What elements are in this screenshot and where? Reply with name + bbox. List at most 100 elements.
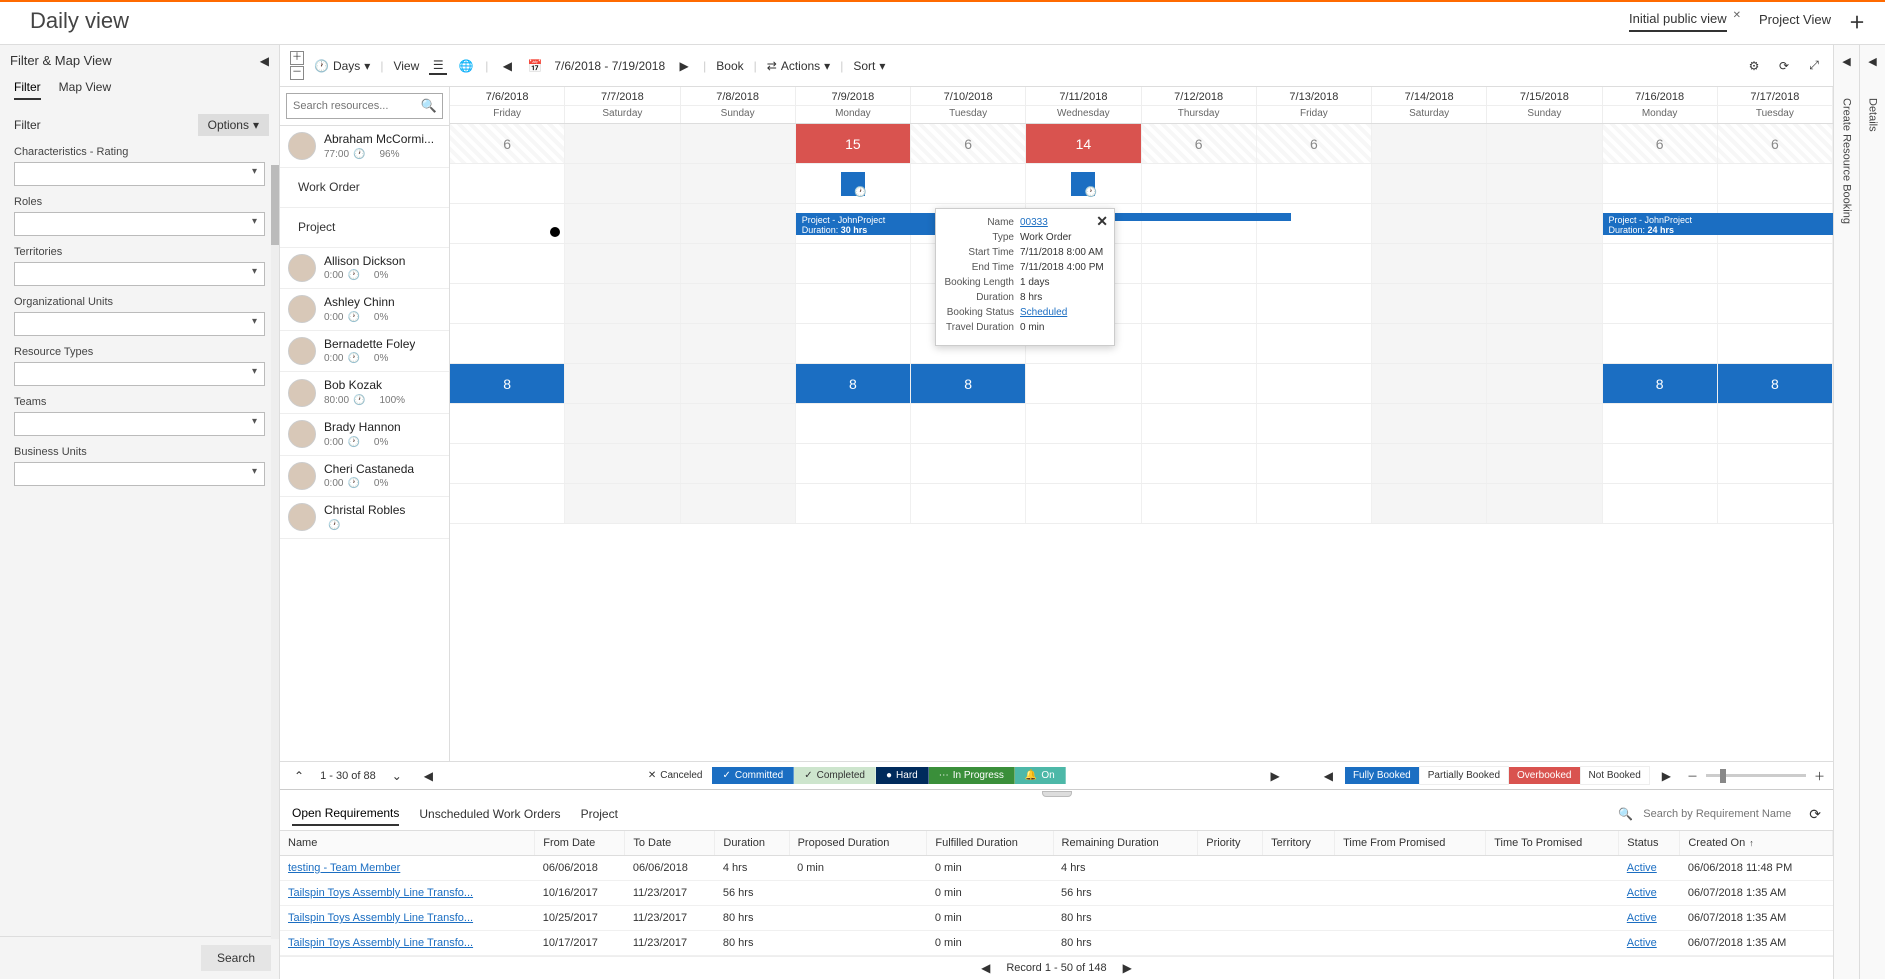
- timeline-cell[interactable]: [1718, 244, 1833, 283]
- filter-select[interactable]: [14, 162, 265, 186]
- create-panel-expand-icon[interactable]: ◀: [1842, 55, 1850, 68]
- fullscreen-icon[interactable]: ⤢: [1805, 57, 1823, 75]
- filter-select[interactable]: [14, 462, 265, 486]
- req-status-link[interactable]: Active: [1627, 862, 1657, 874]
- timeline-cell[interactable]: [1142, 364, 1257, 403]
- filter-select[interactable]: [14, 312, 265, 336]
- timeline-cell[interactable]: [565, 164, 680, 203]
- prev-range-icon[interactable]: ◀: [498, 57, 516, 75]
- timeline-cell[interactable]: [1257, 484, 1372, 523]
- req-header[interactable]: Remaining Duration: [1053, 831, 1198, 856]
- req-header[interactable]: To Date: [625, 831, 715, 856]
- resource-row[interactable]: Brady Hannon0:00 🕐 0%: [280, 414, 449, 456]
- timeline-cell[interactable]: [565, 444, 680, 483]
- timeline-cell[interactable]: [450, 324, 565, 363]
- timeline-cell[interactable]: [1257, 324, 1372, 363]
- timeline-cell[interactable]: [1487, 364, 1602, 403]
- req-row[interactable]: testing - Team Member06/06/201806/06/201…: [280, 856, 1833, 881]
- timeline-cell[interactable]: [1718, 444, 1833, 483]
- timeline-cell[interactable]: [1026, 364, 1141, 403]
- view-project[interactable]: Project View: [1759, 12, 1831, 31]
- timeline-cell[interactable]: [1142, 324, 1257, 363]
- timeline-cell[interactable]: [1142, 244, 1257, 283]
- timeline-cell[interactable]: [450, 484, 565, 523]
- timeline-cell[interactable]: [681, 364, 796, 403]
- options-button[interactable]: Options ▾: [198, 114, 269, 136]
- resource-row[interactable]: Allison Dickson0:00 🕐 0%: [280, 248, 449, 290]
- timeline-cell[interactable]: [1372, 484, 1487, 523]
- timeline-cell[interactable]: [1257, 244, 1372, 283]
- refresh-icon[interactable]: ⟳: [1775, 57, 1793, 75]
- panel-resize-handle[interactable]: [280, 790, 1833, 798]
- timeline-cell[interactable]: [1603, 484, 1718, 523]
- req-name-link[interactable]: Tailspin Toys Assembly Line Transfo...: [288, 937, 473, 949]
- timeline-cell[interactable]: [1026, 164, 1141, 203]
- timeline-cell[interactable]: [1257, 364, 1372, 403]
- timeline-cell[interactable]: [1603, 164, 1718, 203]
- timeline-cell[interactable]: [1026, 404, 1141, 443]
- timeline-cell[interactable]: [565, 124, 680, 163]
- resource-row[interactable]: Cheri Castaneda0:00 🕐 0%: [280, 456, 449, 498]
- timeline-cell[interactable]: [1718, 404, 1833, 443]
- tab-unscheduled[interactable]: Unscheduled Work Orders: [419, 803, 560, 825]
- zoom-slider[interactable]: [1706, 774, 1806, 777]
- tooltip-close-icon[interactable]: ✕: [1096, 213, 1108, 230]
- search-button[interactable]: Search: [201, 945, 271, 971]
- timeline-cell[interactable]: [565, 404, 680, 443]
- req-header[interactable]: Status: [1619, 831, 1680, 856]
- timeline-cell[interactable]: [1372, 364, 1487, 403]
- timeline-cell[interactable]: [796, 244, 911, 283]
- search-icon[interactable]: 🔍: [421, 98, 437, 114]
- req-status-link[interactable]: Active: [1627, 937, 1657, 949]
- timeline-cell[interactable]: [1257, 204, 1372, 243]
- timeline-cell[interactable]: [911, 164, 1026, 203]
- timeline-cell[interactable]: 6: [1718, 124, 1833, 163]
- add-view-icon[interactable]: ＋: [1849, 9, 1865, 33]
- timeline-cell[interactable]: [681, 124, 796, 163]
- expand-all-icon[interactable]: ＋: [290, 51, 304, 65]
- timeline-cell[interactable]: [796, 444, 911, 483]
- tooltip-link[interactable]: Scheduled: [1020, 307, 1067, 318]
- search-resources-input[interactable]: [286, 93, 443, 119]
- timeline-cell[interactable]: [681, 484, 796, 523]
- resource-row[interactable]: Abraham McCormi...77:00 🕐 96%: [280, 126, 449, 168]
- req-row[interactable]: Tailspin Toys Assembly Line Transfo...10…: [280, 881, 1833, 906]
- req-header[interactable]: Duration: [715, 831, 789, 856]
- timeline-cell[interactable]: 8: [796, 364, 911, 403]
- booking-block[interactable]: [1071, 172, 1095, 196]
- actions-button[interactable]: ⇄ Actions ▾: [767, 59, 830, 73]
- filter-select[interactable]: [14, 412, 265, 436]
- globe-view-icon[interactable]: 🌐: [457, 57, 475, 75]
- timeline-cell[interactable]: [1603, 404, 1718, 443]
- req-next-icon[interactable]: ▶: [1117, 961, 1138, 975]
- details-panel[interactable]: Details: [1867, 98, 1879, 132]
- req-header[interactable]: Priority: [1198, 831, 1263, 856]
- timeline-cell[interactable]: [681, 404, 796, 443]
- timeline-cell[interactable]: [1372, 324, 1487, 363]
- timeline-cell[interactable]: [1372, 404, 1487, 443]
- tab-open-requirements[interactable]: Open Requirements: [292, 802, 399, 826]
- timeline-cell[interactable]: [1487, 444, 1602, 483]
- timeline-cell[interactable]: [565, 484, 680, 523]
- details-panel-expand-icon[interactable]: ◀: [1868, 55, 1876, 68]
- timeline-cell[interactable]: [796, 484, 911, 523]
- timeline-cell[interactable]: [1487, 404, 1602, 443]
- timeline-cell[interactable]: 8: [1718, 364, 1833, 403]
- timeline-cell[interactable]: 8: [911, 364, 1026, 403]
- req-header[interactable]: Time From Promised: [1335, 831, 1486, 856]
- tab-project[interactable]: Project: [581, 803, 618, 825]
- timeline-cell[interactable]: [1372, 284, 1487, 323]
- timeline-cell[interactable]: [681, 284, 796, 323]
- timeline-cell[interactable]: [565, 324, 680, 363]
- req-refresh-icon[interactable]: ⟳: [1809, 806, 1821, 823]
- book-button[interactable]: Book: [716, 59, 743, 73]
- timeline-cell[interactable]: [1487, 284, 1602, 323]
- close-view-icon[interactable]: ✕: [1733, 10, 1741, 21]
- timeline-cell[interactable]: [1718, 324, 1833, 363]
- timeline-cell[interactable]: [1026, 484, 1141, 523]
- timeline-cell[interactable]: [565, 364, 680, 403]
- req-header[interactable]: From Date: [535, 831, 625, 856]
- timeline-cell[interactable]: [681, 444, 796, 483]
- timeline-cell[interactable]: [681, 324, 796, 363]
- timeline-cell[interactable]: [1487, 324, 1602, 363]
